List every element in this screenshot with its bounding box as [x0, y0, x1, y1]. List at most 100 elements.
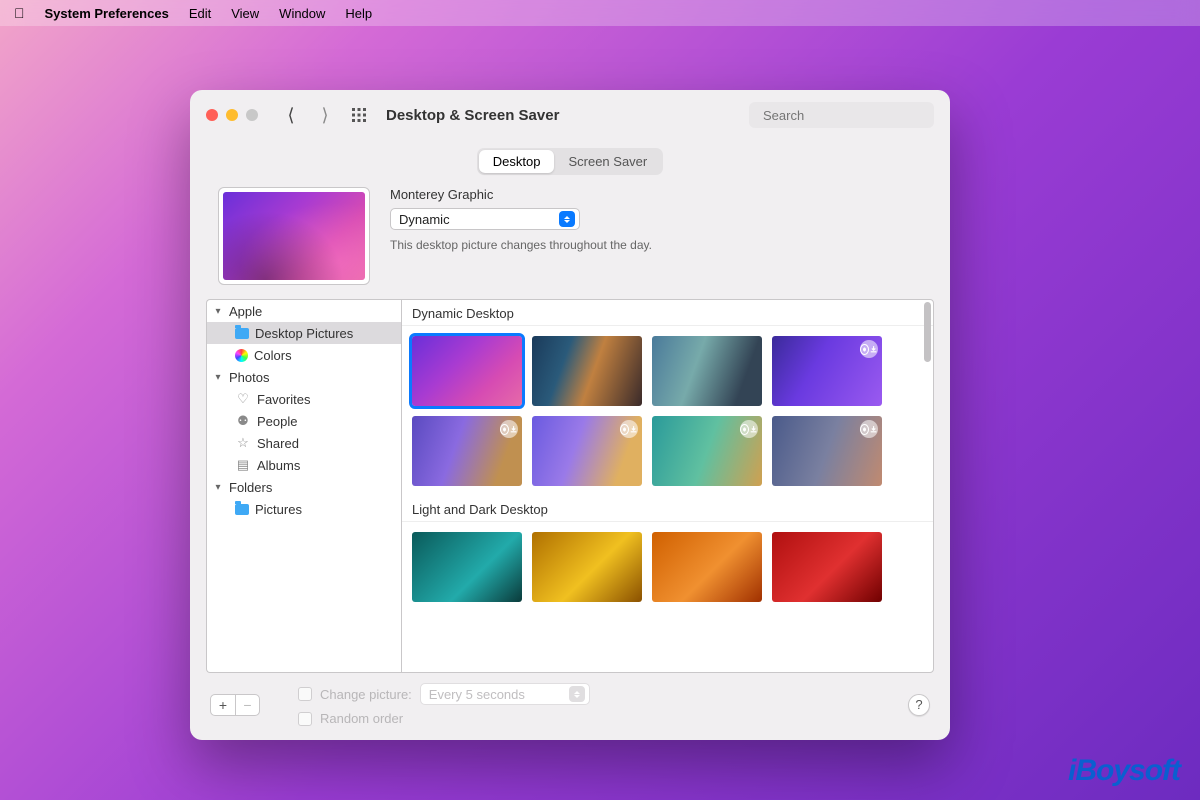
minimize-button[interactable]	[226, 109, 238, 121]
add-remove-control: + −	[210, 694, 260, 716]
wallpaper-thumb[interactable]	[772, 336, 882, 406]
wallpaper-description: This desktop picture changes throughout …	[390, 238, 922, 252]
albums-icon: ▤	[235, 457, 251, 473]
sidebar-group-label: Folders	[229, 480, 272, 495]
zoom-button[interactable]	[246, 109, 258, 121]
download-icon[interactable]	[500, 420, 518, 438]
sidebar-group-label: Apple	[229, 304, 262, 319]
download-icon[interactable]	[740, 420, 758, 438]
menubar-window[interactable]: Window	[279, 6, 325, 21]
close-button[interactable]	[206, 109, 218, 121]
help-button[interactable]: ?	[908, 694, 930, 716]
titlebar: ⟨ ⟩ Desktop & Screen Saver	[190, 90, 950, 140]
menubar-edit[interactable]: Edit	[189, 6, 211, 21]
wallpaper-thumb[interactable]	[532, 336, 642, 406]
scrollbar[interactable]	[924, 302, 931, 362]
sidebar-item-label: Shared	[257, 436, 299, 451]
preview-meta: Monterey Graphic Dynamic This desktop pi…	[390, 187, 922, 285]
download-icon[interactable]	[860, 340, 878, 358]
search-input[interactable]	[763, 108, 939, 123]
sidebar-item-label: Colors	[254, 348, 292, 363]
apple-menu-icon[interactable]: 	[14, 5, 25, 21]
heart-icon: ♡	[235, 391, 251, 407]
sidebar-item-people[interactable]: ⚉ People	[207, 410, 401, 432]
color-wheel-icon	[235, 349, 248, 362]
add-folder-button[interactable]: +	[211, 695, 235, 715]
shared-icon: ☆	[235, 435, 251, 451]
watermark: iBoysoft	[1068, 754, 1180, 788]
menubar-app[interactable]: System Preferences	[45, 6, 169, 21]
sidebar-group-apple[interactable]: ▾Apple	[207, 300, 401, 322]
sidebar-group-folders[interactable]: ▾ Folders	[207, 476, 401, 498]
folder-icon	[235, 504, 249, 515]
remove-folder-button: −	[235, 695, 259, 715]
sidebar-item-albums[interactable]: ▤ Albums	[207, 454, 401, 476]
wallpaper-gallery[interactable]: Dynamic Desktop Light and Dark Desktop	[401, 299, 934, 673]
random-order-checkbox[interactable]	[298, 712, 312, 726]
appearance-mode-value: Dynamic	[399, 212, 450, 227]
wallpaper-thumb[interactable]	[772, 416, 882, 486]
sidebar-item-favorites[interactable]: ♡ Favorites	[207, 388, 401, 410]
tab-desktop[interactable]: Desktop	[479, 150, 555, 173]
popup-stepper-icon	[559, 211, 575, 227]
sidebar-item-pictures[interactable]: Pictures	[207, 498, 401, 520]
thumbs-dynamic	[402, 326, 933, 496]
menubar-view[interactable]: View	[231, 6, 259, 21]
current-wallpaper-preview	[218, 187, 370, 285]
change-picture-checkbox[interactable]	[298, 687, 312, 701]
random-order-row: Random order	[298, 711, 590, 726]
traffic-lights	[206, 109, 258, 121]
random-order-label: Random order	[320, 711, 403, 726]
change-picture-row: Change picture: Every 5 seconds	[298, 683, 590, 705]
menubar:  System Preferences Edit View Window He…	[0, 0, 1200, 26]
wallpaper-thumb[interactable]	[412, 336, 522, 406]
wallpaper-thumb[interactable]	[412, 416, 522, 486]
window-title: Desktop & Screen Saver	[386, 107, 559, 124]
tab-screensaver[interactable]: Screen Saver	[554, 150, 661, 173]
wallpaper-thumb[interactable]	[772, 532, 882, 602]
menubar-help[interactable]: Help	[345, 6, 372, 21]
sidebar-item-label: People	[257, 414, 297, 429]
gallery-section-title: Light and Dark Desktop	[402, 496, 933, 522]
change-interval-value: Every 5 seconds	[429, 687, 525, 702]
sidebar-group-label: Photos	[229, 370, 269, 385]
sidebar-item-desktop-pictures[interactable]: Desktop Pictures	[207, 322, 401, 344]
disclosure-icon: ▾	[213, 372, 223, 383]
folder-icon	[235, 328, 249, 339]
sidebar-item-label: Favorites	[257, 392, 310, 407]
download-icon[interactable]	[860, 420, 878, 438]
sidebar-item-label: Pictures	[255, 502, 302, 517]
back-button[interactable]: ⟨	[280, 104, 302, 126]
sidebar-item-shared[interactable]: ☆ Shared	[207, 432, 401, 454]
person-icon: ⚉	[235, 413, 251, 429]
wallpaper-thumb[interactable]	[532, 532, 642, 602]
sidebar-item-label: Desktop Pictures	[255, 326, 353, 341]
wallpaper-thumb[interactable]	[652, 336, 762, 406]
search-field[interactable]	[749, 102, 934, 128]
wallpaper-thumb[interactable]	[652, 416, 762, 486]
wallpaper-thumb[interactable]	[532, 416, 642, 486]
wallpaper-name: Monterey Graphic	[390, 187, 922, 202]
sidebar-group-photos[interactable]: ▾ Photos	[207, 366, 401, 388]
change-picture-label: Change picture:	[320, 687, 412, 702]
preferences-window: ⟨ ⟩ Desktop & Screen Saver Desktop Scree…	[190, 90, 950, 740]
wallpaper-thumb[interactable]	[652, 532, 762, 602]
forward-button: ⟩	[314, 104, 336, 126]
sidebar-item-label: Albums	[257, 458, 300, 473]
disclosure-icon: ▾	[213, 482, 223, 493]
tabs-row: Desktop Screen Saver	[190, 140, 950, 187]
show-all-button[interactable]	[348, 104, 370, 126]
options: Change picture: Every 5 seconds Random o…	[298, 683, 590, 726]
thumbs-lightdark	[402, 522, 933, 612]
popup-stepper-icon	[569, 686, 585, 702]
appearance-mode-popup[interactable]: Dynamic	[390, 208, 580, 230]
download-icon[interactable]	[620, 420, 638, 438]
source-list[interactable]: ▾Apple Desktop Pictures Colors ▾Photos ♡…	[206, 299, 401, 673]
sidebar-item-colors[interactable]: Colors	[207, 344, 401, 366]
preview-row: Monterey Graphic Dynamic This desktop pi…	[190, 187, 950, 299]
wallpaper-thumbnail	[223, 192, 365, 280]
segmented-control: Desktop Screen Saver	[477, 148, 663, 175]
bottom-bar: + − Change picture: Every 5 seconds Rand…	[190, 673, 950, 740]
wallpaper-thumb[interactable]	[412, 532, 522, 602]
lower-pane: ▾Apple Desktop Pictures Colors ▾Photos ♡…	[190, 299, 950, 673]
